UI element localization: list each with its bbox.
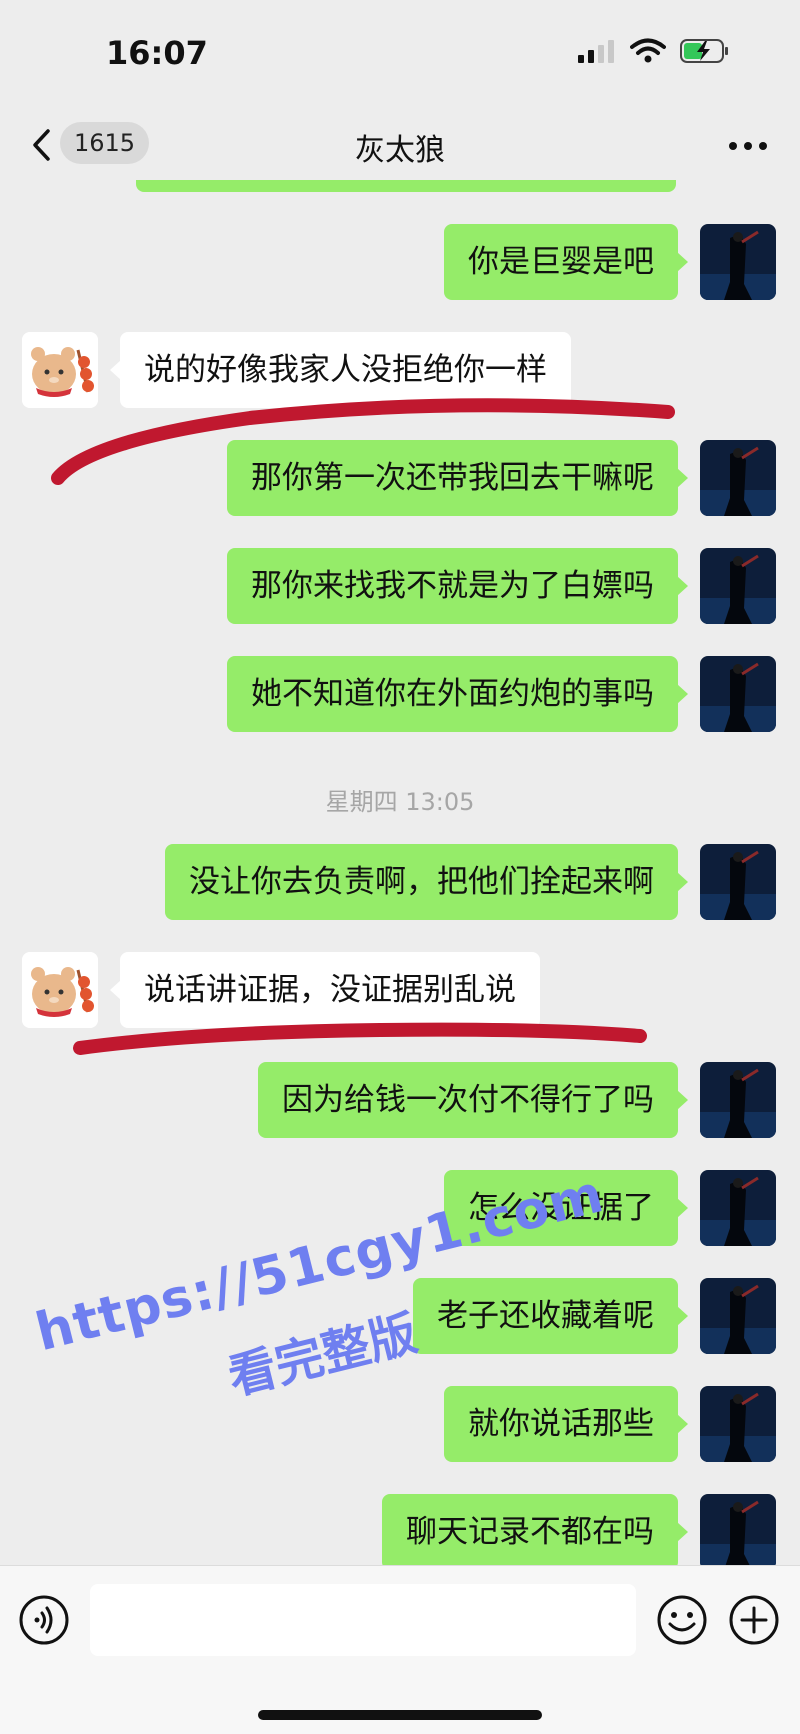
voice-input-icon[interactable]	[18, 1594, 70, 1646]
status-bar: 16:07	[0, 0, 800, 105]
home-indicator[interactable]	[258, 1710, 542, 1720]
sent-bubble[interactable]: 老子还收藏着呢	[413, 1278, 688, 1354]
message-row: 那你第一次还带我回去干嘛呢	[0, 440, 800, 520]
sent-bubble[interactable]: 怎么没证据了	[444, 1170, 688, 1246]
avatar[interactable]	[700, 548, 776, 624]
avatar[interactable]	[22, 332, 98, 408]
message-row: 老子还收藏着呢	[0, 1278, 800, 1358]
message-row: 因为给钱一次付不得行了吗	[0, 1062, 800, 1142]
message-row: 就你说话那些	[0, 1386, 800, 1466]
avatar[interactable]	[700, 844, 776, 920]
avatar[interactable]	[700, 656, 776, 732]
annotation-stroke-2	[73, 1022, 647, 1055]
avatar[interactable]	[700, 1062, 776, 1138]
avatar[interactable]	[700, 1494, 776, 1565]
avatar[interactable]	[700, 1170, 776, 1246]
sent-bubble[interactable]: 聊天记录不都在吗	[382, 1494, 688, 1565]
sent-bubble[interactable]: 那你第一次还带我回去干嘛呢	[227, 440, 688, 516]
signal-icon	[578, 40, 614, 63]
status-time: 16:07	[106, 34, 208, 72]
sent-bubble[interactable]: 你是巨婴是吧	[444, 224, 688, 300]
wifi-icon	[630, 38, 666, 63]
avatar[interactable]	[700, 224, 776, 300]
message-row: 没让你去负责啊，把他们拴起来啊	[0, 844, 800, 924]
message-row: 你是巨婴是吧	[0, 224, 800, 304]
plus-circle-icon[interactable]	[728, 1594, 780, 1646]
message-row: 她不知道你在外面约炮的事吗	[0, 656, 800, 736]
avatar[interactable]	[700, 1386, 776, 1462]
emoji-icon[interactable]	[656, 1594, 708, 1646]
message-row: 怎么没证据了	[0, 1170, 800, 1250]
sent-bubble[interactable]: 因为给钱一次付不得行了吗	[258, 1062, 688, 1138]
received-bubble[interactable]: 说话讲证据，没证据别乱说	[110, 952, 540, 1028]
sent-bubble[interactable]: 那你来找我不就是为了白嫖吗	[227, 548, 688, 624]
chat-title: 灰太狼	[355, 133, 445, 168]
battery-charging-icon	[680, 39, 728, 63]
sent-bubble[interactable]: 没让你去负责啊，把他们拴起来啊	[165, 844, 688, 920]
message-row: 聊天记录不都在吗	[0, 1494, 800, 1565]
avatar[interactable]	[700, 1278, 776, 1354]
message-list[interactable]: 你是巨婴是吧 说的好像我家人没拒绝你一样 那你第一次还带我回去干嘛呢 那你来找我…	[0, 180, 800, 1565]
chat-header: 1615 灰太狼	[0, 105, 800, 180]
status-icons	[578, 38, 730, 64]
partial-sent-bubble	[136, 180, 676, 192]
message-row: 那你来找我不就是为了白嫖吗	[0, 548, 800, 628]
avatar[interactable]	[700, 440, 776, 516]
input-bar	[0, 1565, 800, 1734]
message-row: 说的好像我家人没拒绝你一样	[0, 332, 800, 412]
message-row: 说话讲证据，没证据别乱说	[0, 952, 800, 1032]
received-bubble[interactable]: 说的好像我家人没拒绝你一样	[110, 332, 571, 408]
message-input[interactable]	[90, 1584, 636, 1656]
sent-bubble[interactable]: 就你说话那些	[444, 1386, 688, 1462]
avatar[interactable]	[22, 952, 98, 1028]
ellipsis-icon[interactable]	[728, 141, 768, 151]
message-timestamp: 星期四 13:05	[325, 788, 475, 816]
sent-bubble[interactable]: 她不知道你在外面约炮的事吗	[227, 656, 688, 732]
